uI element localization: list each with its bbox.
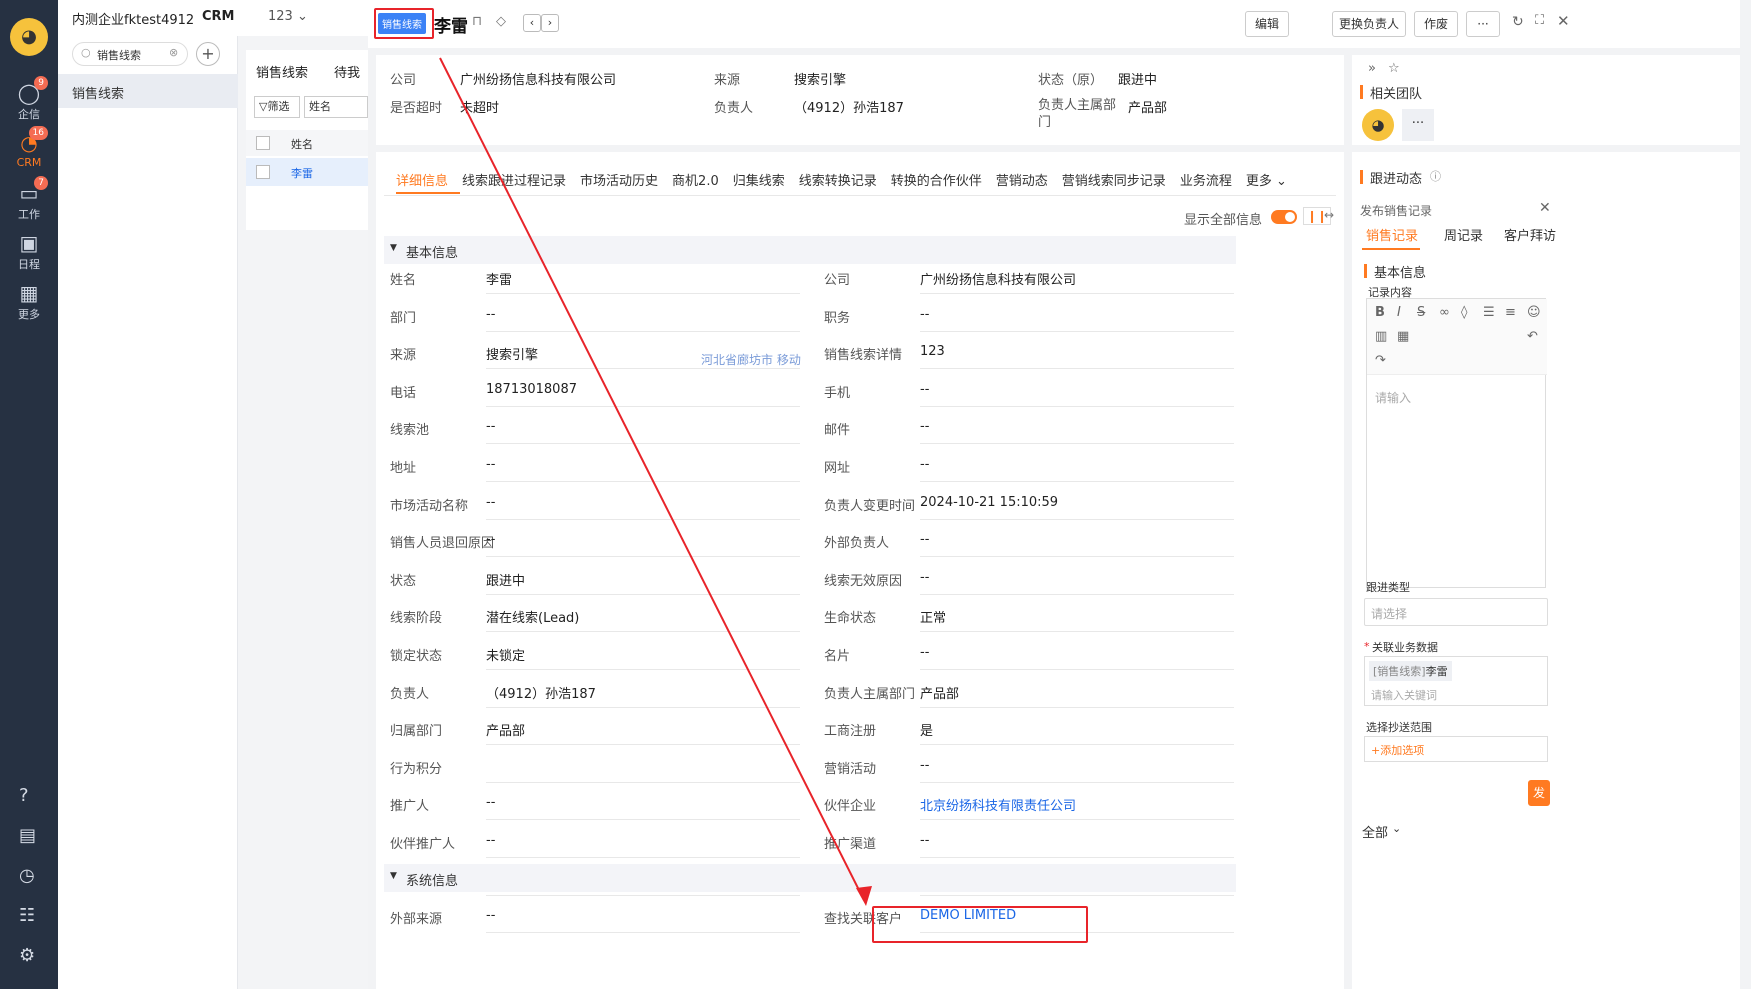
- annotation-arrow: [439, 57, 872, 906]
